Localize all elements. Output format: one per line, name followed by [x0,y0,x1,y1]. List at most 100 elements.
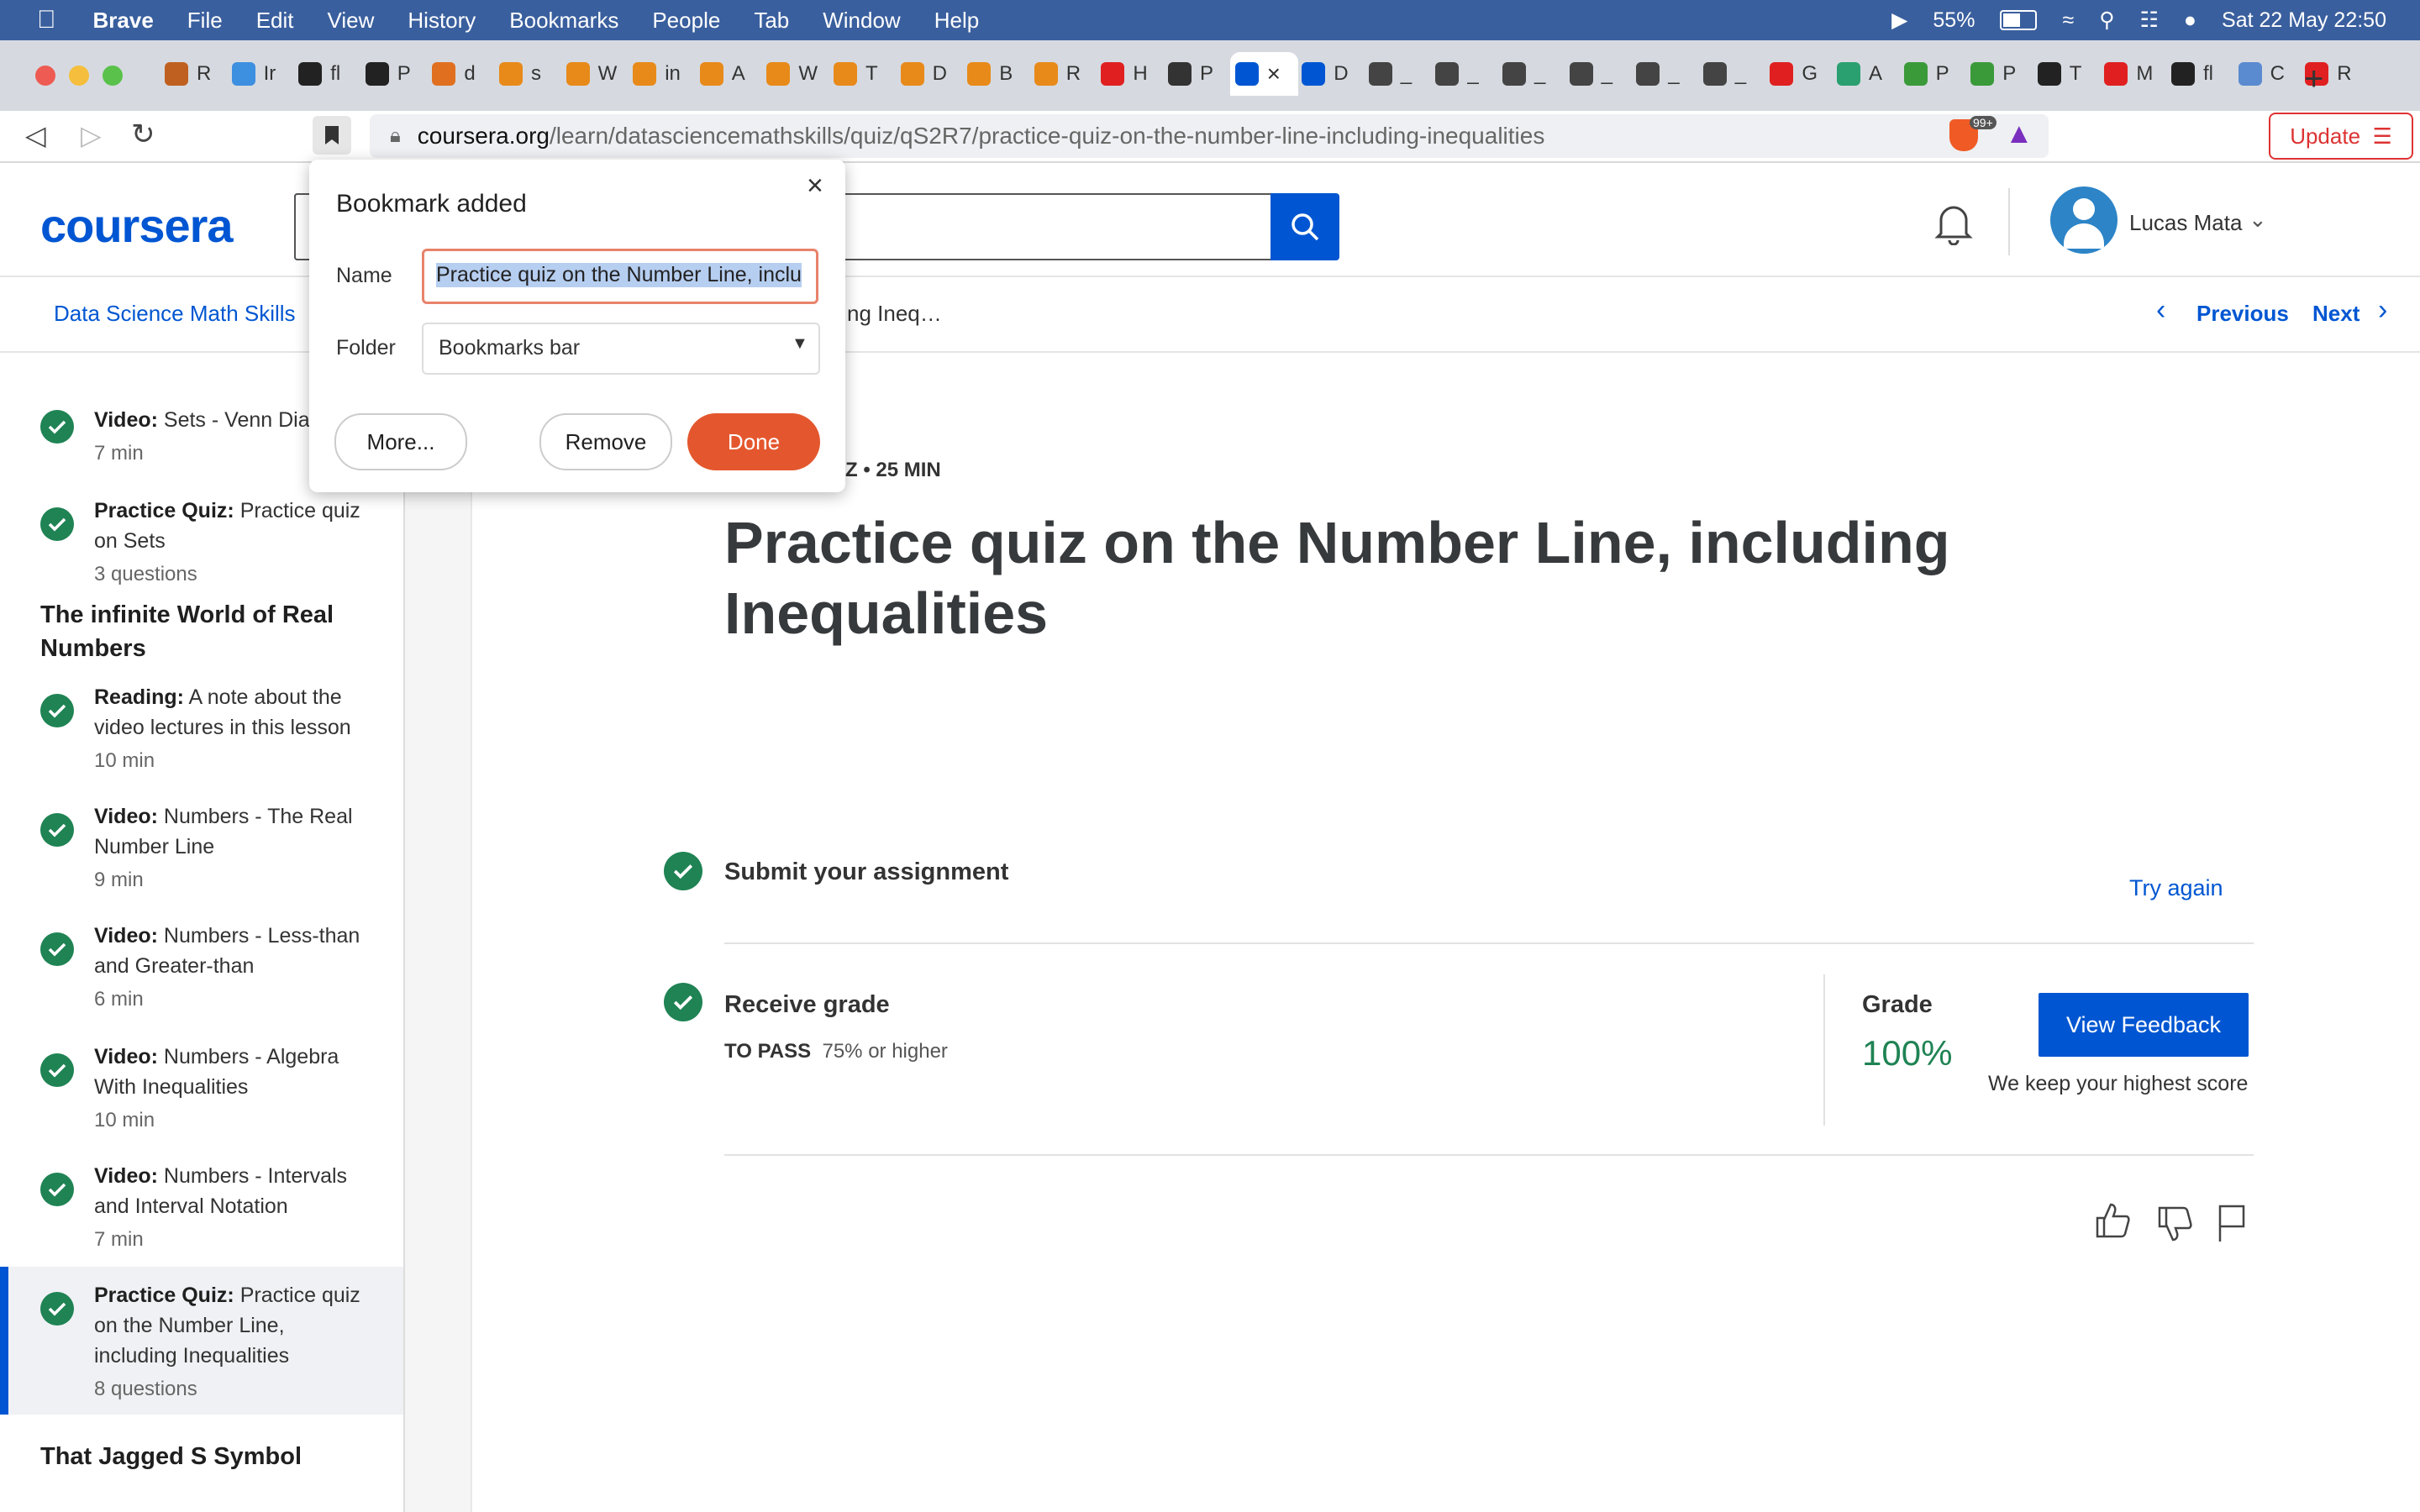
browser-tab[interactable]: A [1832,52,1901,96]
coursera-logo[interactable]: coursera [40,198,234,253]
sidebar-item[interactable]: Practice Quiz: Practice quiz on Sets 3 qu… [0,496,403,605]
browser-tab[interactable]: C [2233,52,2302,96]
menu-history[interactable]: History [408,8,476,34]
thumbs-down-icon[interactable] [2156,1205,2193,1243]
menu-bookmarks[interactable]: Bookmarks [509,8,618,34]
window-close-button[interactable] [35,66,55,86]
user-name[interactable]: Lucas Mata [2129,210,2242,236]
try-again-link[interactable]: Try again [2129,875,2223,901]
menu-view[interactable]: View [328,8,375,34]
folder-select[interactable]: Bookmarks bar ▼ [422,323,820,375]
avatar[interactable] [2050,186,2118,254]
reload-icon[interactable]: ↻ [131,118,155,151]
browser-tab[interactable]: G [1765,52,1833,96]
control-center-icon[interactable]: ☷ [2140,8,2159,33]
sidebar-item[interactable]: Video: Numbers - Algebra With Inequaliti… [0,1042,403,1151]
tab-label: R [1065,62,1081,85]
sidebar-item[interactable]: Video: Numbers - Less-than and Greater-t… [0,921,403,1030]
sidebar-item-active[interactable]: Practice Quiz: Practice quiz on the Numb… [0,1267,403,1415]
browser-tab[interactable]: W [561,52,630,96]
update-button[interactable]: Update ☰ [2269,113,2413,160]
menu-help[interactable]: Help [934,8,979,34]
browser-tab[interactable]: _ [1364,52,1433,96]
browser-tab[interactable]: _ [1631,52,1700,96]
search-icon [1292,213,1319,241]
bookmark-name-field[interactable]: Practice quiz on the Number Line, inclu [422,249,818,304]
chevron-down-icon[interactable]: ⌄ [2249,207,2267,233]
apple-icon[interactable]:  [37,6,56,34]
browser-tab[interactable]: M [2099,52,2168,96]
browser-tab[interactable]: P [1965,52,2034,96]
browser-tab[interactable]: H [1096,52,1165,96]
notification-bell-icon[interactable] [1934,202,1973,245]
menu-tab[interactable]: Tab [754,8,789,34]
done-button[interactable]: Done [687,413,820,470]
browser-tab[interactable]: s [494,52,563,96]
next-link[interactable]: Next [2312,301,2360,327]
sidebar-item[interactable]: Video: Numbers - The Real Number Line 9 m… [0,801,403,911]
browser-tab[interactable]: Ir [227,52,296,96]
new-tab-icon[interactable]: + [2304,60,2323,98]
browser-tab[interactable]: D [1297,52,1365,96]
bookmark-star-icon[interactable] [313,116,351,155]
chevron-right-icon[interactable]: › [2378,294,2387,327]
back-icon[interactable]: ◁ [25,119,46,151]
chevron-left-icon[interactable]: ‹ [2156,294,2165,327]
view-feedback-button[interactable]: View Feedback [2039,993,2249,1057]
sidebar-item-text: Practice Quiz: Practice quiz on the Numb… [94,1284,360,1400]
browser-tab[interactable]: P [1163,52,1232,96]
window-minimize-button[interactable] [69,66,89,86]
browser-tab[interactable]: fl [293,52,362,96]
browser-tab[interactable]: _ [1430,52,1499,96]
menu-people[interactable]: People [652,8,720,34]
menu-edit[interactable]: Edit [256,8,294,34]
tab-close-icon[interactable]: × [1267,60,1281,87]
tab-label: D [1334,62,1349,85]
close-icon[interactable]: × [807,170,823,202]
tab-favicon-icon [1837,62,1860,86]
tab-favicon-icon [1903,62,1928,86]
sidebar-item[interactable]: Video: Numbers - Intervals and Interval … [0,1161,403,1270]
browser-tab[interactable]: P [360,52,429,96]
menu-window[interactable]: Window [823,8,900,34]
browser-tab[interactable]: in [628,52,697,96]
menu-app-name[interactable]: Brave [93,8,154,34]
address-bar[interactable]: 🔒︎ coursera.org/learn/datasciencemathski… [370,114,2049,158]
browser-tab[interactable]: R [1029,52,1098,96]
browser-tab[interactable]: R [160,52,229,96]
browser-tab[interactable]: P [1899,52,1968,96]
browser-tab[interactable]: T [2033,52,2102,96]
check-icon [40,1173,74,1206]
siri-icon[interactable]: ● [2184,8,2196,33]
browser-tab[interactable]: W [761,52,830,96]
search-button[interactable] [1270,193,1339,260]
browser-tab[interactable]: _ [1565,52,1634,96]
more-button[interactable]: More... [334,413,467,470]
browser-tab[interactable]: A [695,52,764,96]
browser-tab[interactable]: B [962,52,1031,96]
browser-tab[interactable]: fl [2166,52,2235,96]
browser-tab[interactable]: d [427,52,496,96]
previous-link[interactable]: Previous [2196,301,2289,327]
wifi-icon[interactable]: ≈ [2062,8,2074,33]
forward-icon[interactable]: ▷ [81,119,102,151]
submit-assignment-label: Submit your assignment [724,858,1009,885]
thumbs-up-icon[interactable] [2094,1201,2131,1240]
browser-tab[interactable]: D [896,52,965,96]
tab-active[interactable]: × [1229,52,1299,96]
brave-rewards-icon[interactable]: ▲ [2005,118,2033,150]
battery-icon[interactable] [2000,10,2038,30]
remove-button[interactable]: Remove [539,413,672,470]
sidebar-item[interactable]: Reading: A note about the video lectures… [0,682,403,791]
browser-tab[interactable]: T [829,52,897,96]
tab-label: _ [1668,62,1680,85]
breadcrumb-course[interactable]: Data Science Math Skills [54,301,296,327]
menu-datetime[interactable]: Sat 22 May 22:50 [2222,8,2386,33]
window-zoom-button[interactable] [103,66,123,86]
play-status-icon[interactable]: ▶︎ [1891,8,1907,33]
flag-icon[interactable] [2215,1203,2249,1243]
browser-tab[interactable]: _ [1497,52,1566,96]
browser-tab[interactable]: _ [1698,52,1767,96]
menu-file[interactable]: File [187,8,223,34]
spotlight-search-icon[interactable]: ⚲ [2099,8,2114,33]
